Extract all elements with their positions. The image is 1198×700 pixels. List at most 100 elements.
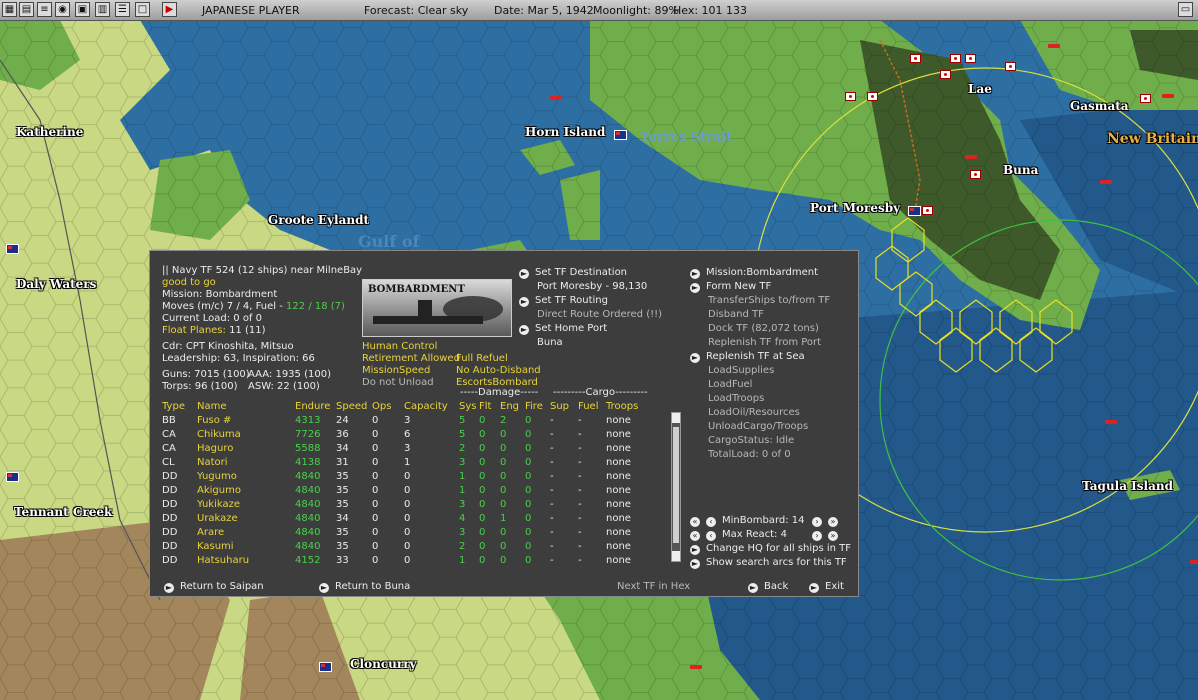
menu-icon[interactable]: ▭ (1178, 2, 1193, 17)
table-row[interactable]: DD Kasumi 4840 35 0 0 2 0 0 0 - - none (162, 539, 656, 553)
column-header[interactable]: Sys (459, 399, 479, 413)
change-hq-button[interactable]: ► Change HQ for all ships in TF (690, 543, 851, 555)
ship-icon[interactable] (1105, 420, 1117, 424)
column-header[interactable]: Eng (500, 399, 525, 413)
allied-base-icon[interactable] (6, 244, 19, 254)
japanese-unit-icon[interactable] (845, 92, 856, 101)
ship-icon[interactable] (1048, 44, 1060, 48)
allied-base-icon[interactable] (614, 130, 627, 140)
load-oil-button[interactable]: LoadOil/Resources (708, 407, 800, 419)
allied-base-icon[interactable] (6, 472, 19, 482)
scroll-down-icon[interactable] (672, 551, 680, 561)
column-header[interactable]: Ops (372, 399, 404, 413)
tf-float-planes[interactable]: Float Planes: 11 (11) (162, 325, 266, 337)
column-header[interactable]: Type (162, 399, 197, 413)
info-icon[interactable]: ▣ (75, 2, 90, 17)
japanese-unit-icon[interactable] (940, 70, 951, 79)
japanese-unit-icon[interactable] (950, 54, 961, 63)
unload-cargo-button[interactable]: UnloadCargo/Troops (708, 421, 808, 433)
option-mission-speed[interactable]: MissionSpeed (362, 365, 430, 377)
column-header[interactable]: Troops (606, 399, 656, 413)
allied-base-icon[interactable] (908, 206, 921, 216)
japanese-unit-icon[interactable] (1140, 94, 1151, 103)
japanese-unit-icon[interactable] (910, 54, 921, 63)
column-header[interactable]: Capacity (404, 399, 459, 413)
forward-icon[interactable]: › (812, 531, 822, 541)
table-row[interactable]: DD Arare 4840 35 0 0 3 0 0 0 - - none (162, 525, 656, 539)
play-icon[interactable]: ▶ (162, 2, 177, 17)
table-row[interactable]: DD Akigumo 4840 35 0 0 1 0 0 0 - - none (162, 483, 656, 497)
fast-back-icon[interactable]: « (690, 517, 700, 527)
option-human-control[interactable]: Human Control (362, 341, 437, 353)
ship-icon[interactable] (550, 96, 562, 100)
table-row[interactable]: BB Fuso # 4313 24 0 3 5 0 2 0 - - none (162, 413, 656, 427)
fast-forward-icon[interactable]: » (828, 517, 838, 527)
column-header[interactable]: Sup (550, 399, 578, 413)
option-auto-disband[interactable]: No Auto-Disband (456, 365, 541, 377)
column-header[interactable]: Flt (479, 399, 500, 413)
japanese-unit-icon[interactable] (922, 206, 933, 215)
japanese-unit-icon[interactable] (1005, 62, 1016, 71)
ship-icon[interactable] (1190, 560, 1198, 564)
japanese-unit-icon[interactable] (970, 170, 981, 179)
disband-tf-button[interactable]: Disband TF (708, 309, 764, 321)
show-search-arcs-button[interactable]: ► Show search arcs for this TF (690, 557, 847, 569)
japanese-unit-icon[interactable] (965, 54, 976, 63)
table-row[interactable]: DD Urakaze 4840 34 0 0 4 0 1 0 - - none (162, 511, 656, 525)
globe-icon[interactable]: ◉ (55, 2, 70, 17)
list-icon[interactable]: ≡ (37, 2, 52, 17)
ship-icon[interactable] (690, 665, 702, 669)
max-react-stepper[interactable]: « ‹ Max React: 4 › » (690, 529, 844, 541)
table-row[interactable]: DD Yugumo 4840 35 0 0 1 0 0 0 - - none (162, 469, 656, 483)
mission-button[interactable]: ► Mission:Bombardment (690, 267, 818, 279)
next-tf-button[interactable]: Next TF in Hex (617, 581, 690, 593)
set-destination-button[interactable]: ► Set TF Destination (519, 267, 627, 279)
option-full-refuel[interactable]: Full Refuel (456, 353, 508, 365)
replenish-sea-button[interactable]: ► Replenish TF at Sea (690, 351, 805, 363)
load-troops-button[interactable]: LoadTroops (708, 393, 764, 405)
forward-icon[interactable]: › (812, 517, 822, 527)
fast-back-icon[interactable]: « (690, 531, 700, 541)
set-home-port-button[interactable]: ► Set Home Port (519, 323, 607, 335)
dock-tf-button[interactable]: Dock TF (82,072 tons) (708, 323, 819, 335)
load-supplies-button[interactable]: LoadSupplies (708, 365, 774, 377)
column-header[interactable]: Fuel (578, 399, 606, 413)
transfer-ships-button[interactable]: TransferShips to/from TF (708, 295, 830, 307)
return-buna-button[interactable]: ► Return to Buna (319, 581, 410, 593)
japanese-unit-icon[interactable] (867, 92, 878, 101)
set-routing-button[interactable]: ► Set TF Routing (519, 295, 608, 307)
ship-list-scrollbar[interactable] (671, 412, 681, 562)
tf-commander[interactable]: Cdr: CPT Kinoshita, Mitsuo (162, 341, 294, 353)
table-row[interactable]: DD Hatsuharu 4152 33 0 0 1 0 0 0 - - none (162, 553, 656, 567)
scroll-up-icon[interactable] (672, 413, 680, 423)
option-retirement[interactable]: Retirement Allowed (362, 353, 460, 365)
replenish-port-button[interactable]: Replenish TF from Port (708, 337, 821, 349)
table-row[interactable]: CA Haguro 5588 34 0 3 2 0 0 0 - - none (162, 441, 656, 455)
table-row[interactable]: CA Chikuma 7726 36 0 6 5 0 0 0 - - none (162, 427, 656, 441)
ship-icon[interactable] (1100, 180, 1112, 184)
back-icon[interactable]: ‹ (706, 517, 716, 527)
load-fuel-button[interactable]: LoadFuel (708, 379, 752, 391)
allied-base-icon[interactable] (319, 662, 332, 672)
ship-icon[interactable] (965, 155, 977, 159)
report-icon[interactable]: ▥ (95, 2, 110, 17)
map-icon[interactable]: ▦ (2, 2, 17, 17)
column-header[interactable]: Fire (525, 399, 550, 413)
min-bombard-stepper[interactable]: « ‹ MinBombard: 14 › » (690, 515, 844, 527)
back-icon[interactable]: ‹ (706, 531, 716, 541)
exit-button[interactable]: ► Exit (809, 581, 844, 593)
table-row[interactable]: CL Natori 4138 31 0 1 3 0 0 0 - - none (162, 455, 656, 469)
column-header[interactable]: Name (197, 399, 295, 413)
form-new-tf-button[interactable]: ► Form New TF (690, 281, 771, 293)
option-unload[interactable]: Do not Unload (362, 377, 434, 389)
scroll-thumb[interactable] (673, 427, 679, 543)
back-button[interactable]: ► Back (748, 581, 788, 593)
ship-icon[interactable] (1162, 94, 1174, 98)
grid-icon[interactable]: ▤ (19, 2, 34, 17)
table-row[interactable]: DD Yukikaze 4840 35 0 0 3 0 0 0 - - none (162, 497, 656, 511)
window-icon[interactable]: □ (135, 2, 150, 17)
column-header[interactable]: Endure (295, 399, 336, 413)
fast-forward-icon[interactable]: » (828, 531, 838, 541)
list-icon[interactable]: ☰ (115, 2, 130, 17)
return-saipan-button[interactable]: ► Return to Saipan (164, 581, 264, 593)
